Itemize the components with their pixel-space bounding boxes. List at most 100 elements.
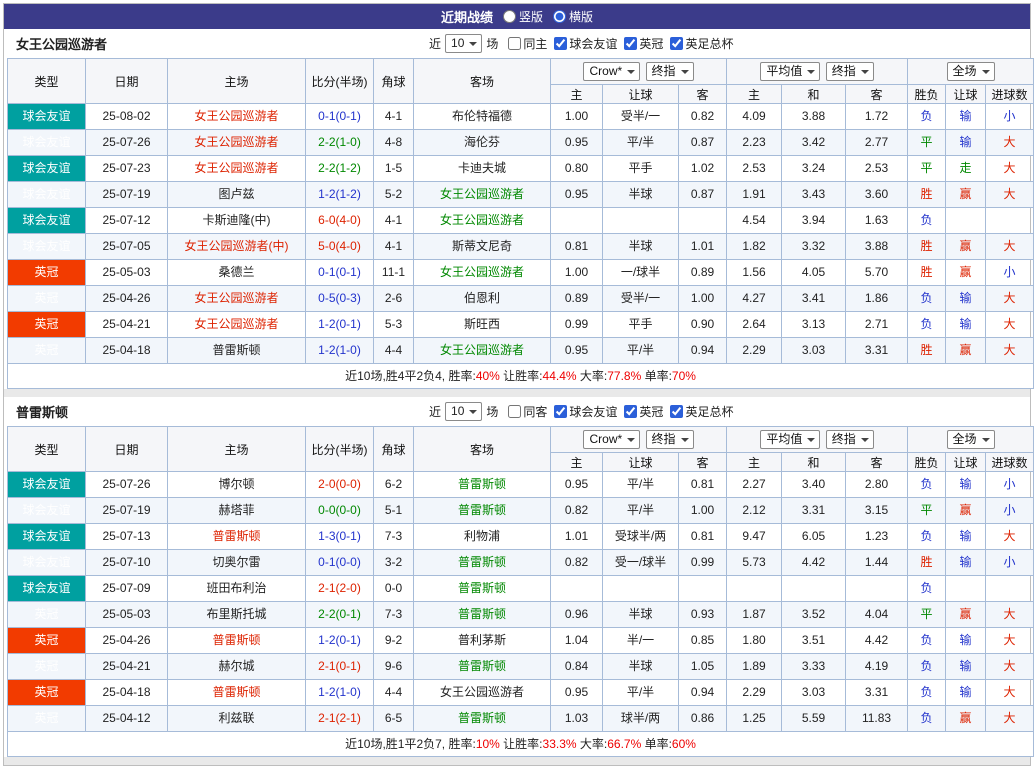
score-link[interactable]: 1-2(0-1) [305, 311, 374, 338]
home-team-link[interactable]: 赫尔城 [167, 653, 306, 680]
col-type: 类型 [7, 58, 86, 104]
home-team-link[interactable]: 普雷斯顿 [167, 523, 306, 550]
score-link[interactable]: 2-1(0-1) [305, 653, 374, 680]
home-team-link[interactable]: 女王公园巡游者 [167, 155, 306, 182]
home-team-link[interactable]: 切奥尔雷 [167, 549, 306, 576]
away-team-link[interactable]: 普雷斯顿 [413, 575, 551, 602]
score-link[interactable]: 2-0(0-0) [305, 471, 374, 498]
score-link[interactable]: 1-2(0-1) [305, 627, 374, 654]
score-link[interactable]: 2-1(2-0) [305, 575, 374, 602]
corner-score: 11-1 [373, 259, 414, 286]
score-link[interactable]: 0-1(0-0) [305, 549, 374, 576]
filter-checkbox[interactable] [670, 37, 684, 50]
filter-同主[interactable]: 同主 [508, 35, 547, 52]
home-team-link[interactable]: 卡斯迪隆(中) [167, 207, 306, 234]
score-link[interactable]: 0-0(0-0) [305, 497, 374, 524]
filter-英足总杯[interactable]: 英足总杯 [670, 35, 733, 52]
score-link[interactable]: 5-0(4-0) [305, 233, 374, 260]
filter-checkbox[interactable] [624, 405, 638, 418]
score-link[interactable]: 1-2(1-0) [305, 679, 374, 706]
score-link[interactable]: 0-1(0-1) [305, 103, 374, 130]
away-team-link[interactable]: 女王公园巡游者 [413, 679, 551, 706]
score-link[interactable]: 2-2(1-2) [305, 155, 374, 182]
home-team-link[interactable]: 利兹联 [167, 705, 306, 732]
away-team-link[interactable]: 女王公园巡游者 [413, 259, 551, 286]
away-team-link[interactable]: 卡迪夫城 [413, 155, 551, 182]
avg-final-select[interactable]: 终指 [825, 430, 874, 449]
filter-group: 同客 球会友谊 英冠 英足总杯 [508, 403, 733, 420]
score-link[interactable]: 2-1(2-1) [305, 705, 374, 732]
avg-home-odds: 1.82 [726, 233, 783, 260]
home-team-link[interactable]: 图卢兹 [167, 181, 306, 208]
filter-同客[interactable]: 同客 [508, 403, 547, 420]
score-link[interactable]: 1-3(0-1) [305, 523, 374, 550]
layout-radio-horizontal[interactable]: 横版 [553, 8, 593, 25]
away-team-link[interactable]: 普雷斯顿 [413, 653, 551, 680]
horizontal-radio[interactable] [553, 10, 566, 23]
result-outcome: 负 [907, 311, 947, 338]
match-row: 球会友谊 25-08-02 女王公园巡游者 0-1(0-1) 4-1 布伦特福德 1.00 受… [7, 103, 1034, 130]
away-team-link[interactable]: 普雷斯顿 [413, 601, 551, 628]
home-team-link[interactable]: 普雷斯顿 [167, 337, 306, 364]
away-team-link[interactable]: 斯蒂文尼奇 [413, 233, 551, 260]
home-team-link[interactable]: 女王公园巡游者(中) [167, 233, 306, 260]
away-team-link[interactable]: 女王公园巡游者 [413, 207, 551, 234]
away-team-link[interactable]: 利物浦 [413, 523, 551, 550]
away-team-link[interactable]: 伯恩利 [413, 285, 551, 312]
odds-final-select[interactable]: 终指 [645, 62, 694, 81]
odds-company-select[interactable]: Crow* [583, 62, 641, 81]
score-link[interactable]: 2-2(1-0) [305, 129, 374, 156]
home-team-link[interactable]: 博尔顿 [167, 471, 306, 498]
avg-select[interactable]: 平均值 [760, 430, 821, 449]
vertical-radio[interactable] [502, 10, 516, 23]
filter-checkbox[interactable] [670, 405, 684, 418]
home-team-link[interactable]: 女王公园巡游者 [167, 129, 306, 156]
away-team-link[interactable]: 普雷斯顿 [413, 497, 551, 524]
away-team-link[interactable]: 普雷斯顿 [413, 549, 551, 576]
home-team-link[interactable]: 普雷斯顿 [167, 627, 306, 654]
layout-radio-vertical[interactable]: 竖版 [502, 8, 543, 25]
avg-select[interactable]: 平均值 [760, 62, 821, 81]
score-link[interactable]: 0-1(0-1) [305, 259, 374, 286]
score-link[interactable]: 1-2(1-2) [305, 181, 374, 208]
home-team-link[interactable]: 女王公园巡游者 [167, 103, 306, 130]
score-link[interactable]: 1-2(1-0) [305, 337, 374, 364]
away-team-link[interactable]: 普雷斯顿 [413, 471, 551, 498]
home-team-link[interactable]: 布里斯托城 [167, 601, 306, 628]
home-team-link[interactable]: 女王公园巡游者 [167, 311, 306, 338]
scope-select[interactable]: 全场 [946, 62, 995, 81]
home-team-link[interactable]: 桑德兰 [167, 259, 306, 286]
filter-checkbox[interactable] [554, 405, 568, 418]
scope-select[interactable]: 全场 [946, 430, 995, 449]
filter-球会友谊[interactable]: 球会友谊 [554, 35, 617, 52]
away-team-link[interactable]: 斯旺西 [413, 311, 551, 338]
filter-英足总杯[interactable]: 英足总杯 [670, 403, 733, 420]
home-team-link[interactable]: 赫塔菲 [167, 497, 306, 524]
filter-checkbox[interactable] [554, 37, 568, 50]
home-team-link[interactable]: 女王公园巡游者 [167, 285, 306, 312]
away-team-link[interactable]: 女王公园巡游者 [413, 337, 551, 364]
score-link[interactable]: 0-5(0-3) [305, 285, 374, 312]
home-team-link[interactable]: 普雷斯顿 [167, 679, 306, 706]
score-link[interactable]: 2-2(0-1) [305, 601, 374, 628]
result-goals: 大 [985, 653, 1034, 680]
filter-英冠[interactable]: 英冠 [624, 35, 663, 52]
filter-英冠[interactable]: 英冠 [624, 403, 663, 420]
match-count-select[interactable]: 10 [445, 34, 483, 53]
away-team-link[interactable]: 布伦特福德 [413, 103, 551, 130]
away-team-link[interactable]: 女王公园巡游者 [413, 181, 551, 208]
filter-checkbox[interactable] [508, 405, 522, 418]
odds-company-select[interactable]: Crow* [583, 430, 641, 449]
away-team-link[interactable]: 普雷斯顿 [413, 705, 551, 732]
away-team-link[interactable]: 海伦芬 [413, 129, 551, 156]
home-team-link[interactable]: 班田布利治 [167, 575, 306, 602]
filter-checkbox[interactable] [508, 37, 522, 50]
score-link[interactable]: 6-0(4-0) [305, 207, 374, 234]
avg-final-select[interactable]: 终指 [825, 62, 874, 81]
filter-checkbox[interactable] [624, 37, 638, 50]
filter-球会友谊[interactable]: 球会友谊 [554, 403, 617, 420]
avg-away-odds: 3.60 [845, 181, 909, 208]
match-count-select[interactable]: 10 [445, 402, 483, 421]
away-team-link[interactable]: 普利茅斯 [413, 627, 551, 654]
odds-final-select[interactable]: 终指 [645, 430, 694, 449]
